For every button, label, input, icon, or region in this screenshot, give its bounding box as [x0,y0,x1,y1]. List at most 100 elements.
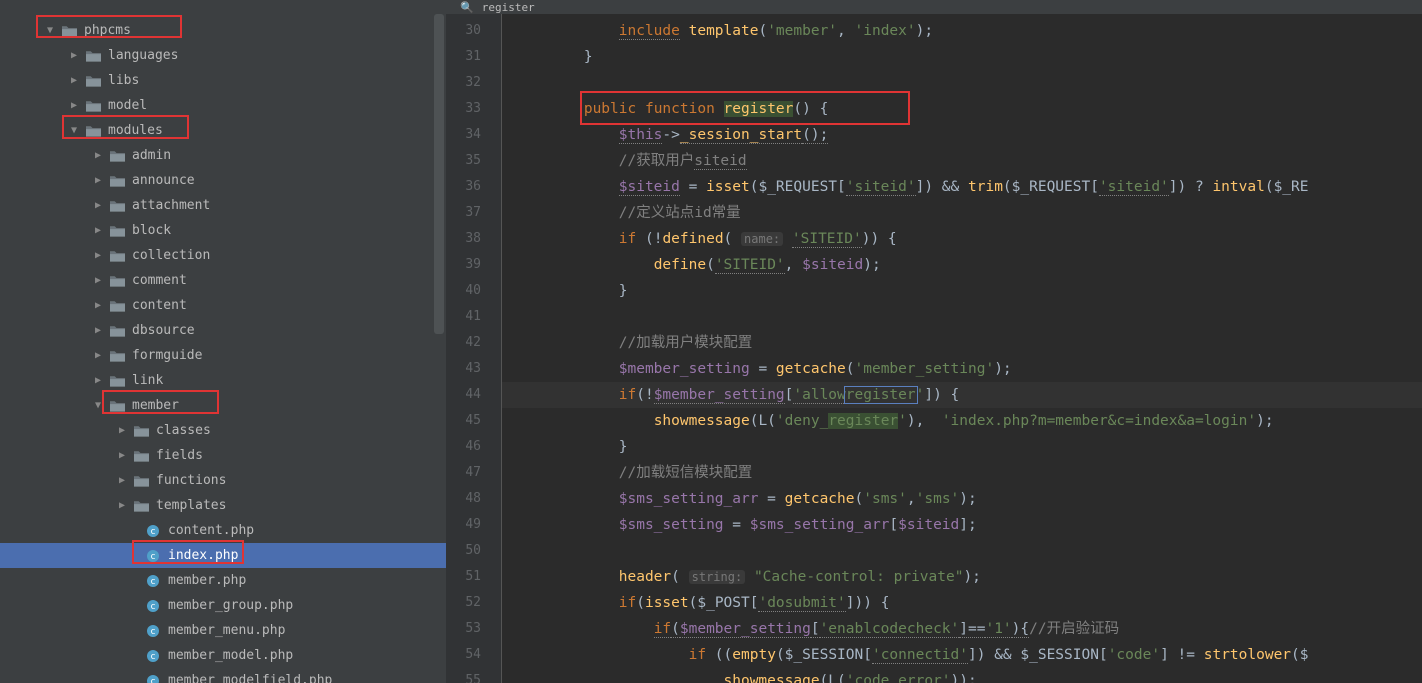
code-line-31[interactable]: } [502,44,1422,70]
tree-label: member_menu.php [168,623,285,638]
tree-label: modules [108,123,163,138]
line-number: 53 [446,616,501,642]
tree-label: templates [156,498,226,513]
folder-icon [108,349,126,363]
tree-item-phpcms[interactable]: phpcms [0,18,446,43]
code-line-43[interactable]: $member_setting = getcache('member_setti… [502,356,1422,382]
folder-icon [84,124,102,138]
code-line-42[interactable]: //加载用户模块配置 [502,330,1422,356]
expand-arrow-icon[interactable] [92,175,104,186]
tree-item-member_model-php[interactable]: cmember_model.php [0,643,446,668]
expand-arrow-icon[interactable] [92,300,104,311]
code-line-32[interactable] [502,70,1422,96]
code-line-33[interactable]: public function register() { [502,96,1422,122]
tree-item-languages[interactable]: languages [0,43,446,68]
expand-arrow-icon[interactable] [68,125,80,136]
code-line-51[interactable]: header( string: "Cache-control: private"… [502,564,1422,590]
line-number: 43 [446,356,501,382]
code-line-37[interactable]: //定义站点id常量 [502,200,1422,226]
expand-arrow-icon[interactable] [116,450,128,461]
tree-item-admin[interactable]: admin [0,143,446,168]
tree-item-content[interactable]: content [0,293,446,318]
code-line-30[interactable]: include template('member', 'index'); [502,18,1422,44]
code-line-50[interactable] [502,538,1422,564]
expand-arrow-icon[interactable] [92,200,104,211]
code-line-48[interactable]: $sms_setting_arr = getcache('sms','sms')… [502,486,1422,512]
tree-label: formguide [132,348,202,363]
tree-item-member-php[interactable]: cmember.php [0,568,446,593]
tree-item-modules[interactable]: modules [0,118,446,143]
tree-item-comment[interactable]: comment [0,268,446,293]
tree-label: comment [132,273,187,288]
code-line-49[interactable]: $sms_setting = $sms_setting_arr[$siteid]… [502,512,1422,538]
tree-item-attachment[interactable]: attachment [0,193,446,218]
expand-arrow-icon[interactable] [92,400,104,411]
code-line-34[interactable]: $this->_session_start(); [502,122,1422,148]
expand-arrow-icon[interactable] [92,225,104,236]
tree-item-announce[interactable]: announce [0,168,446,193]
code-line-52[interactable]: if(isset($_POST['dosubmit'])) { [502,590,1422,616]
tree-item-content-php[interactable]: ccontent.php [0,518,446,543]
expand-arrow-icon[interactable] [68,100,80,111]
tree-item-dbsource[interactable]: dbsource [0,318,446,343]
expand-arrow-icon[interactable] [92,350,104,361]
code-line-35[interactable]: //获取用户siteid [502,148,1422,174]
expand-arrow-icon[interactable] [116,475,128,486]
expand-arrow-icon[interactable] [92,375,104,386]
tree-item-block[interactable]: block [0,218,446,243]
code-line-41[interactable] [502,304,1422,330]
folder-icon [132,499,150,513]
code-line-53[interactable]: if($member_setting['enablcodecheck']=='1… [502,616,1422,642]
expand-arrow-icon[interactable] [92,325,104,336]
code-line-47[interactable]: //加载短信模块配置 [502,460,1422,486]
line-number: 35 [446,148,501,174]
code-line-38[interactable]: if (!defined( name: 'SITEID')) { [502,226,1422,252]
line-number: 49 [446,512,501,538]
expand-arrow-icon[interactable] [44,25,56,36]
tree-item-member[interactable]: member [0,393,446,418]
expand-arrow-icon[interactable] [68,75,80,86]
line-number: 31 [446,44,501,70]
tree-item-member_menu-php[interactable]: cmember_menu.php [0,618,446,643]
expand-arrow-icon[interactable] [92,250,104,261]
svg-text:c: c [150,577,155,587]
code-line-55[interactable]: showmessage(L('code_error')); [502,668,1422,683]
php-file-icon: c [144,674,162,683]
tree-item-collection[interactable]: collection [0,243,446,268]
tree-scrollbar[interactable] [434,14,444,334]
php-file-icon: c [144,574,162,588]
code-line-36[interactable]: $siteid = isset($_REQUEST['siteid']) && … [502,174,1422,200]
code-line-44[interactable]: if(!$member_setting['allowregister']) { [502,382,1422,408]
code-line-39[interactable]: define('SITEID', $siteid); [502,252,1422,278]
line-number: 52 [446,590,501,616]
tree-item-functions[interactable]: functions [0,468,446,493]
line-number: 39 [446,252,501,278]
folder-icon [132,449,150,463]
code-line-45[interactable]: showmessage(L('deny_register'), 'index.p… [502,408,1422,434]
tree-item-formguide[interactable]: formguide [0,343,446,368]
tree-item-link[interactable]: link [0,368,446,393]
tree-item-member_modelfield-php[interactable]: cmember_modelfield.php [0,668,446,683]
expand-arrow-icon[interactable] [92,150,104,161]
code-editor[interactable]: 3031323334353637383940414243444546474849… [446,14,1422,683]
tree-item-libs[interactable]: libs [0,68,446,93]
expand-arrow-icon[interactable] [92,275,104,286]
code-line-54[interactable]: if ((empty($_SESSION['connectid']) && $_… [502,642,1422,668]
expand-arrow-icon[interactable] [68,50,80,61]
tree-label: admin [132,148,171,163]
tree-label: phpcms [84,23,131,38]
expand-arrow-icon[interactable] [116,425,128,436]
code-line-46[interactable]: } [502,434,1422,460]
code-area[interactable]: include template('member', 'index'); } p… [502,14,1422,683]
project-tree[interactable]: phpcms languageslibsmodel modules admin anno… [0,14,446,683]
tree-item-model[interactable]: model [0,93,446,118]
tree-item-classes[interactable]: classes [0,418,446,443]
tree-item-templates[interactable]: templates [0,493,446,518]
tree-item-member_group-php[interactable]: cmember_group.php [0,593,446,618]
tree-item-fields[interactable]: fields [0,443,446,468]
expand-arrow-icon[interactable] [116,500,128,511]
tree-label: link [132,373,163,388]
tree-item-index-php[interactable]: cindex.php [0,543,446,568]
line-number: 40 [446,278,501,304]
code-line-40[interactable]: } [502,278,1422,304]
